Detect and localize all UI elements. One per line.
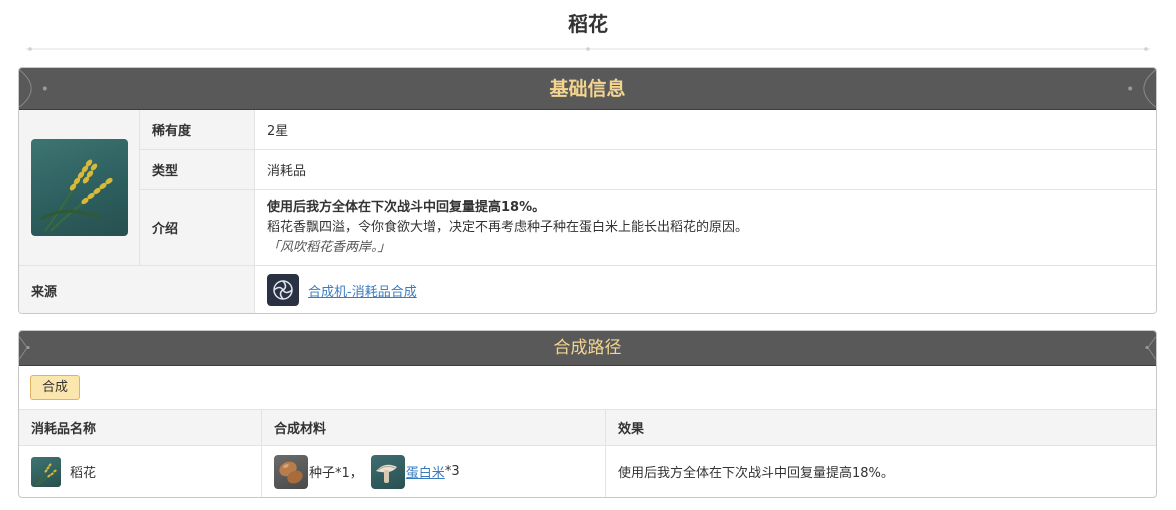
source-value: 合成机-消耗品合成 bbox=[255, 266, 1156, 313]
source-link[interactable]: 合成机-消耗品合成 bbox=[308, 281, 417, 300]
description-label: 介绍 bbox=[140, 190, 255, 266]
material-protein-rice-qty: *3 bbox=[444, 464, 460, 479]
header-ornament-right-icon bbox=[1128, 69, 1156, 108]
rarity-label: 稀有度 bbox=[140, 110, 255, 150]
basic-info-table: 稀有度 2星 类型 消耗品 介绍 使用后我方全体在下次战斗中回复量提高18%。 … bbox=[19, 110, 1156, 313]
page-title: 稻花 bbox=[568, 12, 608, 36]
rice-flower-icon bbox=[31, 456, 61, 487]
basic-info-header: 基础信息 bbox=[19, 68, 1156, 110]
consumable-name: 稻花 bbox=[70, 466, 97, 481]
material-seed-qty: *1， bbox=[335, 466, 363, 481]
basic-info-panel: 基础信息 稀有度 2星 类型 消耗品 介绍 使用后我方全体在下次战斗中回复量提高… bbox=[18, 67, 1157, 314]
tab-synthesis[interactable]: 合成 bbox=[30, 375, 81, 400]
column-header-effect: 效果 bbox=[606, 410, 1156, 446]
table-row-materials-cell: 种子 *1， 蛋白米 *3 bbox=[262, 446, 606, 497]
table-row-effect-cell: 使用后我方全体在下次战斗中回复量提高18%。 bbox=[618, 466, 894, 481]
protein-rice-icon bbox=[370, 454, 405, 489]
material-seed-name: 种子 bbox=[309, 466, 336, 481]
description-flavor: 稻花香飘四溢，令你食欲大增，决定不再考虑种子种在蛋白米上能长出稻花的原因。 bbox=[267, 219, 749, 235]
crafting-panel: 合成路径 合成 消耗品名称 合成材料 效果 稻花 种子 *1， 蛋白米 *3 使… bbox=[18, 330, 1157, 498]
crafting-tab-bar: 合成 bbox=[19, 366, 1156, 410]
item-image-cell bbox=[19, 110, 140, 266]
crafting-title: 合成路径 bbox=[553, 338, 622, 358]
description-value: 使用后我方全体在下次战斗中回复量提高18%。 稻花香飘四溢，令你食欲大增，决定不… bbox=[255, 190, 1156, 266]
type-value: 消耗品 bbox=[255, 150, 1156, 190]
header-ornament-right-icon bbox=[1145, 336, 1156, 360]
column-header-name: 消耗品名称 bbox=[19, 410, 262, 446]
column-header-materials: 合成材料 bbox=[262, 410, 606, 446]
title-divider bbox=[26, 47, 1150, 51]
rice-flower-icon bbox=[30, 139, 128, 236]
description-quote: 「风吹稻花香两岸。」 bbox=[267, 239, 391, 255]
table-row-name-cell: 稻花 bbox=[19, 446, 262, 497]
synthesizer-icon bbox=[267, 274, 299, 306]
seed-icon bbox=[274, 454, 308, 489]
crafting-table: 消耗品名称 合成材料 效果 稻花 种子 *1， 蛋白米 *3 使用后我方全体在下… bbox=[19, 410, 1156, 497]
source-label: 来源 bbox=[19, 266, 255, 313]
rarity-value: 2星 bbox=[255, 110, 1156, 150]
crafting-header: 合成路径 bbox=[19, 331, 1156, 366]
type-label: 类型 bbox=[140, 150, 255, 190]
material-protein-rice-link[interactable]: 蛋白米 bbox=[406, 462, 445, 481]
header-ornament-left-icon bbox=[19, 69, 47, 108]
basic-info-title: 基础信息 bbox=[549, 78, 626, 100]
description-effect: 使用后我方全体在下次战斗中回复量提高18%。 bbox=[267, 199, 546, 215]
header-ornament-left-icon bbox=[19, 336, 30, 360]
